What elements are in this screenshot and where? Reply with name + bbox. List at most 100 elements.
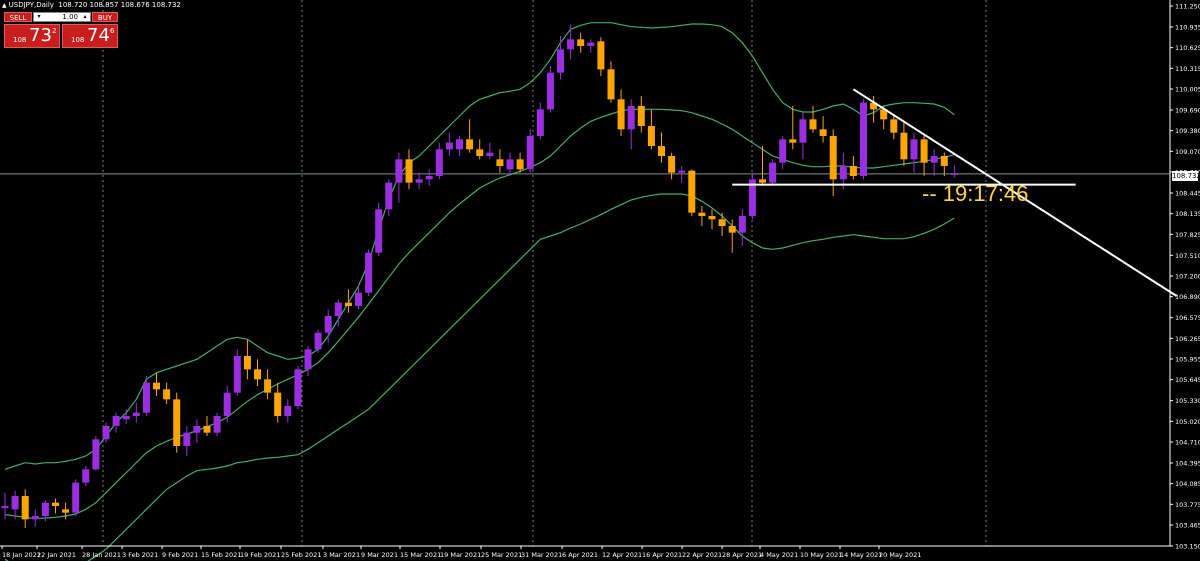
time-tick-label: 9 Feb 2021 <box>162 551 198 559</box>
time-tick-label: 19 Mar 2021 <box>440 551 481 559</box>
bollinger-bands <box>4 22 955 561</box>
time-tick-label: 28 Jan 2021 <box>82 551 121 559</box>
buy-price-fraction: 6 <box>110 27 115 35</box>
price-tick-label: 105.645 <box>1175 376 1200 384</box>
price-tick-label: 108.135 <box>1175 210 1200 218</box>
price-tick-label: 105.330 <box>1175 397 1200 405</box>
chart-axes: 111.250 110.935 110.625 110.315 110.005 109.6… <box>0 0 1200 559</box>
time-tick-label: 28 Apr 2021 <box>722 551 762 559</box>
price-tick-label: 105.020 <box>1175 418 1200 426</box>
bollinger-middle-line <box>4 108 955 520</box>
bull-candle <box>334 302 342 316</box>
price-tick-label: 108.445 <box>1175 190 1200 198</box>
bull-candle <box>587 42 595 46</box>
bull-candle <box>102 426 110 440</box>
sell-price-fraction: 2 <box>52 27 57 35</box>
time-tick-label: 14 May 2021 <box>840 551 882 559</box>
bull-candle <box>557 49 564 73</box>
bull-candle <box>799 119 807 143</box>
price-tick-label: 104.710 <box>1175 439 1200 447</box>
bull-candle <box>213 416 221 433</box>
price-tick-label: 110.005 <box>1175 86 1200 94</box>
price-tick-label: 109.690 <box>1175 107 1200 115</box>
time-tick-label: 4 May 2021 <box>760 551 798 559</box>
bear-candle <box>405 159 413 183</box>
price-tick-label: 107.510 <box>1175 252 1200 260</box>
buy-button[interactable]: BUY <box>92 12 118 22</box>
bull-candle <box>112 416 120 426</box>
one-click-trading-panel: SELL ▾ 1.00 ▴ BUY 108 73 2 108 74 6 <box>4 12 118 48</box>
price-tick-label: 103.150 <box>1175 543 1200 551</box>
bear-candle <box>890 119 898 133</box>
buy-price-prefix: 108 <box>71 36 85 44</box>
price-tick-label: 110.935 <box>1175 24 1200 32</box>
bull-candle <box>324 316 332 333</box>
bear-candle <box>21 496 29 520</box>
bull-candle <box>375 209 383 253</box>
price-tick-label: 104.395 <box>1175 460 1200 468</box>
bear-candle <box>264 379 272 393</box>
bear-candle <box>900 132 908 160</box>
time-tick-label: 20 May 2021 <box>879 551 921 559</box>
bull-candle <box>678 170 686 173</box>
sell-price-button[interactable]: 108 73 2 <box>4 24 60 48</box>
bear-candle <box>658 146 665 156</box>
current-price-tag: 108.732 <box>1172 171 1200 181</box>
bull-candle <box>779 139 787 163</box>
candles <box>1 24 958 528</box>
bear-candle <box>708 216 716 220</box>
bear-candle <box>809 119 817 130</box>
bull-candle <box>1 506 9 508</box>
bull-candle <box>294 369 302 406</box>
time-tick-label: 25 Feb 2021 <box>281 551 321 559</box>
bear-candle <box>728 226 736 233</box>
bear-candle <box>274 392 282 416</box>
price-tick-label: 109.380 <box>1175 127 1200 135</box>
bull-candle <box>233 356 241 393</box>
bull-candle <box>11 496 19 510</box>
bear-candle <box>496 159 504 166</box>
bull-candle <box>950 174 958 175</box>
bear-candle <box>668 156 676 173</box>
chart-grid <box>0 0 1170 546</box>
sell-button[interactable]: SELL <box>4 12 32 22</box>
bar-countdown: -- 19:17:46 <box>922 181 1028 206</box>
lot-size-value[interactable]: 1.00 <box>44 13 80 21</box>
bear-candle <box>476 149 484 156</box>
bull-candle <box>860 102 867 176</box>
price-tick-label: 104.085 <box>1175 480 1200 488</box>
bear-candle <box>647 126 655 146</box>
bear-candle <box>466 139 474 150</box>
sell-price-main: 73 <box>29 25 52 46</box>
bear-candle <box>203 426 211 433</box>
bull-candle <box>183 432 191 446</box>
bear-candle <box>597 41 605 70</box>
bear-candle <box>718 219 726 226</box>
bull-candle <box>910 139 918 160</box>
lot-increase-icon[interactable]: ▴ <box>81 13 89 21</box>
time-tick-label: 10 May 2021 <box>800 551 842 559</box>
bull-candle <box>92 439 100 470</box>
price-tick-label: 107.825 <box>1175 231 1200 239</box>
price-tick-label: 110.625 <box>1175 44 1200 52</box>
bull-candle <box>738 216 746 233</box>
lot-decrease-icon[interactable]: ▾ <box>35 13 43 21</box>
time-tick-label: 15 Feb 2021 <box>201 551 241 559</box>
bear-candle <box>153 382 160 390</box>
bear-candle <box>163 389 171 400</box>
bear-candle <box>516 159 524 170</box>
buy-price-button[interactable]: 108 74 6 <box>62 24 118 48</box>
bear-candle <box>940 156 948 166</box>
price-tick-label: 109.070 <box>1175 148 1200 156</box>
chart-header: ▲ USDJPY,Daily 108.720 108.857 108.676 10… <box>2 1 181 9</box>
price-chart[interactable]: 111.250 110.935 110.625 110.315 110.005 109.6… <box>0 0 1200 561</box>
bear-candle <box>52 502 59 506</box>
collapse-arrow-icon[interactable]: ▲ <box>2 2 7 9</box>
price-tick-label: 106.890 <box>1175 293 1200 301</box>
time-tick-label: 16 Apr 2021 <box>642 551 682 559</box>
lot-size-field[interactable]: ▾ 1.00 ▴ <box>33 12 91 22</box>
sell-price-prefix: 108 <box>13 36 27 44</box>
bull-candle <box>72 482 80 513</box>
time-tick-label: 25 Mar 2021 <box>481 551 522 559</box>
time-tick-label: 22 Jan 2021 <box>37 551 76 559</box>
